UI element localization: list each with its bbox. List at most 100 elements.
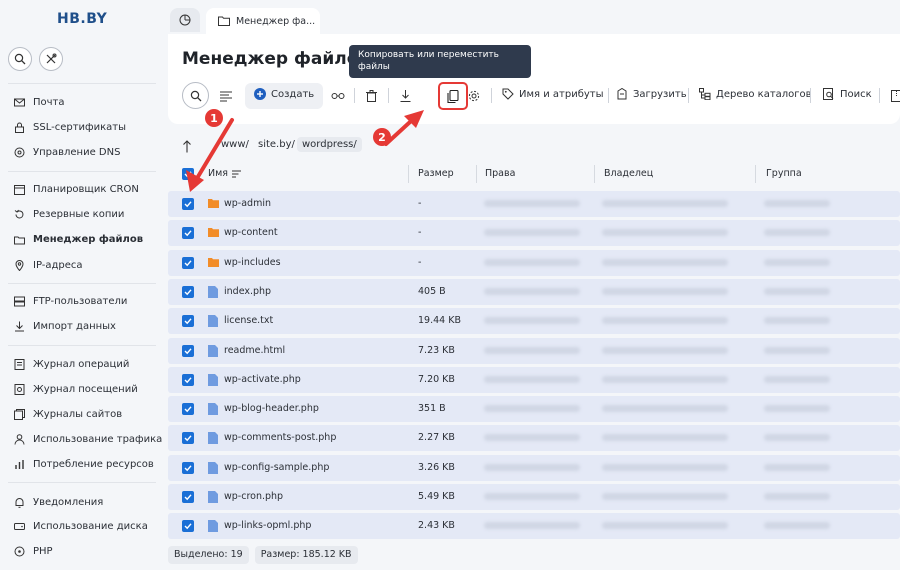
table-row[interactable]: wp-blog-header.php 351 B: [168, 396, 900, 423]
toolbar: Создать Имя и атрибуты Загрузить Дерево …: [182, 82, 900, 110]
table-row[interactable]: index.php 405 B: [168, 278, 900, 305]
file-size: 5.49 KB: [418, 491, 455, 502]
file-icon: [208, 315, 219, 328]
tab-file-manager[interactable]: Менеджер фа...: [206, 8, 320, 34]
breadcrumb-item[interactable]: www/: [221, 139, 249, 150]
archive-icon[interactable]: [888, 88, 900, 104]
table-row[interactable]: wp-comments-post.php 2.27 KB: [168, 425, 900, 452]
sidebar-item-visits-log[interactable]: Журнал посещений: [14, 381, 138, 397]
file-name[interactable]: wp-links-opml.php: [224, 520, 311, 531]
breadcrumb-item-current[interactable]: wordpress/: [297, 137, 362, 152]
sidebar-item-dns[interactable]: Управление DNS: [14, 144, 120, 160]
table-row[interactable]: wp-cron.php 5.49 KB: [168, 484, 900, 510]
settings-gear-icon[interactable]: [466, 88, 482, 104]
column-separator: [755, 165, 756, 183]
sidebar-item-label: Потребление ресурсов: [33, 458, 154, 470]
redacted-owner: [602, 346, 728, 354]
copy-move-button[interactable]: [438, 82, 468, 110]
row-checkbox[interactable]: [182, 344, 194, 357]
sidebar-item-mail[interactable]: Почта: [14, 94, 65, 110]
sidebar-item-ip[interactable]: IP-адреса: [14, 257, 83, 273]
sidebar-item-backup[interactable]: Резервные копии: [14, 206, 124, 222]
toolbar-search-button[interactable]: [182, 82, 209, 109]
file-name[interactable]: license.txt: [224, 315, 273, 326]
file-name[interactable]: wp-includes: [224, 257, 281, 268]
arrow-up-icon[interactable]: [182, 140, 192, 153]
row-checkbox[interactable]: [182, 520, 194, 533]
row-checkbox[interactable]: [182, 461, 194, 474]
search-icon[interactable]: [8, 47, 32, 71]
row-checkbox[interactable]: [182, 198, 194, 210]
name-attributes-button[interactable]: Имя и атрибуты: [502, 88, 604, 100]
row-checkbox[interactable]: [182, 432, 194, 445]
sidebar-item-label: Импорт данных: [33, 320, 116, 332]
file-name[interactable]: wp-comments-post.php: [224, 432, 336, 443]
sidebar-item-notifications[interactable]: Уведомления: [14, 494, 103, 510]
sidebar-item-file-manager[interactable]: Менеджер файлов: [14, 231, 143, 247]
delete-icon[interactable]: [363, 88, 379, 104]
sidebar-item-php[interactable]: PHP: [14, 543, 53, 559]
row-checkbox[interactable]: [182, 373, 194, 386]
tools-icon[interactable]: [39, 47, 63, 71]
file-name[interactable]: readme.html: [224, 345, 285, 356]
sidebar-item-site-logs[interactable]: Журналы сайтов: [14, 406, 122, 422]
traffic-icon: [14, 433, 25, 445]
folder-icon: [208, 257, 219, 269]
sidebar-item-import[interactable]: Импорт данных: [14, 318, 116, 334]
breadcrumb: www/ site.by/ wordpress/: [168, 136, 900, 158]
sort-icon[interactable]: [232, 169, 242, 179]
file-name[interactable]: wp-cron.php: [224, 491, 283, 502]
create-button[interactable]: Создать: [254, 88, 314, 100]
sidebar-item-ssl[interactable]: SSL-сертификаты: [14, 119, 126, 135]
upload-button[interactable]: Загрузить: [616, 88, 687, 100]
tab-dashboard[interactable]: [170, 8, 200, 32]
sidebar-item-op-log[interactable]: Журнал операций: [14, 356, 129, 372]
directory-tree-button[interactable]: Дерево каталогов: [699, 88, 812, 100]
plus-circle-icon: [254, 88, 266, 100]
row-checkbox[interactable]: [182, 285, 194, 298]
file-name[interactable]: wp-config-sample.php: [224, 462, 329, 473]
row-checkbox[interactable]: [182, 315, 194, 328]
search-button[interactable]: Поиск: [823, 88, 872, 100]
column-header-rights[interactable]: Права: [485, 168, 515, 179]
sidebar-item-ftp[interactable]: FTP-пользователи: [14, 293, 127, 309]
row-checkbox[interactable]: [182, 403, 194, 416]
table-row[interactable]: wp-config-sample.php 3.26 KB: [168, 454, 900, 481]
file-icon: [208, 403, 219, 416]
divider: [8, 171, 156, 172]
selected-size: Размер: 185.12 KB: [254, 546, 358, 564]
column-header-name[interactable]: Имя: [208, 168, 228, 179]
table-row[interactable]: wp-links-opml.php 2.43 KB: [168, 513, 900, 540]
upload-label: Загрузить: [633, 88, 687, 100]
file-size: 7.20 KB: [418, 373, 455, 385]
file-size: -: [418, 227, 422, 239]
file-name[interactable]: wp-content: [224, 227, 278, 238]
table-row[interactable]: license.txt 19.44 KB: [168, 308, 900, 335]
row-checkbox[interactable]: [182, 256, 194, 269]
file-name[interactable]: index.php: [224, 286, 271, 297]
bell-icon: [15, 497, 24, 508]
column-header-size[interactable]: Размер: [418, 168, 454, 179]
row-checkbox[interactable]: [182, 227, 194, 240]
column-header-owner[interactable]: Владелец: [604, 168, 653, 179]
column-header-group[interactable]: Группа: [766, 168, 802, 179]
table-row[interactable]: wp-includes -: [168, 249, 900, 276]
table-row[interactable]: readme.html 7.23 KB: [168, 337, 900, 364]
row-checkbox[interactable]: [182, 491, 194, 503]
table-row[interactable]: wp-content -: [168, 220, 900, 247]
file-name[interactable]: wp-admin: [224, 198, 271, 209]
view-icon[interactable]: [330, 88, 346, 104]
download-icon[interactable]: [397, 88, 413, 104]
table-row[interactable]: wp-admin -: [168, 191, 900, 217]
file-name[interactable]: wp-activate.php: [224, 374, 301, 385]
sidebar-item-disk[interactable]: Использование диска: [14, 518, 148, 534]
sidebar-item-cron[interactable]: Планировщик CRON: [14, 181, 139, 197]
sidebar-item-traffic[interactable]: Использование трафика: [14, 431, 162, 447]
table-row[interactable]: wp-activate.php 7.20 KB: [168, 366, 900, 393]
sidebar-item-resources[interactable]: Потребление ресурсов: [14, 456, 154, 472]
select-all-checkbox[interactable]: [182, 168, 194, 180]
logo[interactable]: HB.BY: [57, 11, 107, 27]
list-view-icon[interactable]: [218, 88, 234, 104]
file-name[interactable]: wp-blog-header.php: [224, 403, 319, 414]
breadcrumb-item[interactable]: site.by/: [258, 139, 295, 150]
